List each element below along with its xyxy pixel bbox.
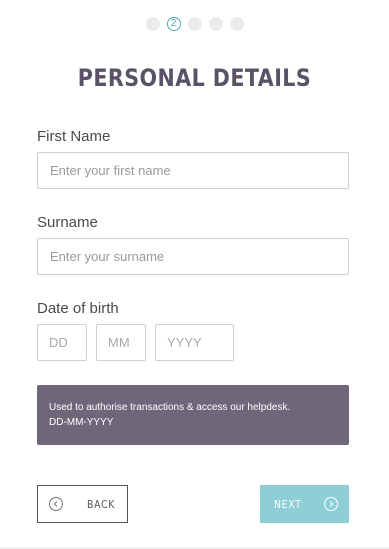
dob-year-input[interactable] [155, 324, 234, 361]
chevron-right-circle-icon [324, 497, 338, 511]
first-name-label: First Name [37, 128, 111, 145]
chevron-left-circle-icon [49, 497, 63, 511]
step-2-dot-current: 2 [166, 17, 181, 31]
step-3-dot [187, 17, 202, 31]
surname-label: Surname [37, 214, 98, 231]
date-of-birth-label: Date of birth [37, 300, 119, 317]
next-button-label: NEXT [274, 497, 302, 511]
current-step-number: 2 [170, 18, 177, 29]
first-name-input[interactable] [37, 152, 349, 189]
back-button-label: BACK [87, 497, 116, 511]
info-text-line-2: DD-MM-YYYY [49, 417, 114, 428]
back-button[interactable]: BACK [37, 485, 128, 523]
next-button[interactable]: NEXT [260, 485, 349, 523]
step-4-dot [208, 17, 223, 31]
info-text-line-1: Used to authorise transactions & access … [49, 402, 291, 413]
personal-details-page: 2 PERSONAL DETAILS First Name Surname Da… [0, 0, 389, 549]
progress-stepper: 2 [0, 17, 389, 31]
step-1-dot [145, 17, 160, 31]
step-5-dot [229, 17, 244, 31]
page-title: PERSONAL DETAILS [77, 64, 312, 92]
dob-day-input[interactable] [37, 324, 87, 361]
dob-month-input[interactable] [96, 324, 146, 361]
dob-info-box: Used to authorise transactions & access … [37, 385, 349, 445]
surname-input[interactable] [37, 238, 349, 275]
